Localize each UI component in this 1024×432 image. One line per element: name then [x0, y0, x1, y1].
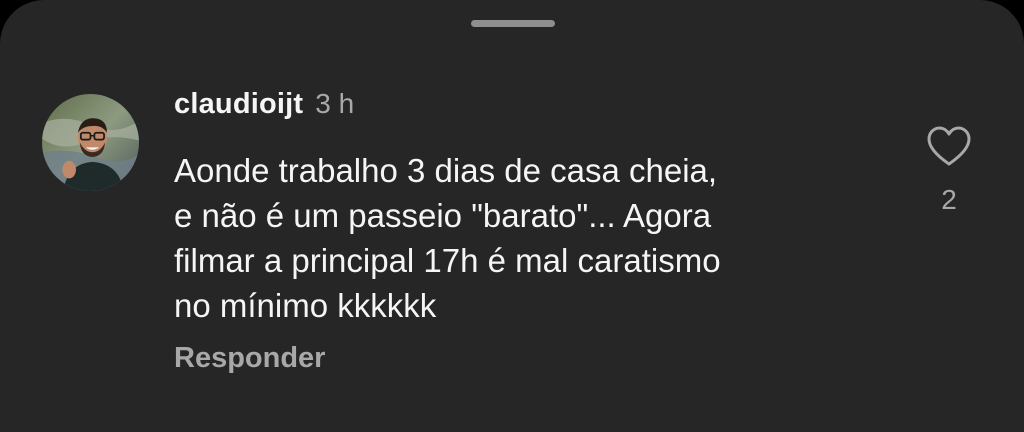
- like-count: 2: [941, 184, 957, 215]
- heart-outline-icon: [927, 126, 971, 166]
- timestamp: 3 h: [315, 88, 355, 119]
- like-button[interactable]: [926, 125, 972, 167]
- comment-text: Aonde trabalho 3 dias de casa cheia, e n…: [174, 152, 721, 324]
- avatar-photo: [42, 94, 139, 191]
- comment-header: claudioijt 3 h: [174, 88, 894, 128]
- comment: claudioijt 3 h Aonde trabalho 3 dias de …: [174, 88, 894, 328]
- username[interactable]: claudioijt: [174, 88, 303, 121]
- reply-button[interactable]: Responder: [174, 342, 325, 375]
- comments-sheet: claudioijt 3 h Aonde trabalho 3 dias de …: [0, 0, 1024, 432]
- drag-handle[interactable]: [471, 20, 555, 27]
- avatar[interactable]: [42, 94, 139, 191]
